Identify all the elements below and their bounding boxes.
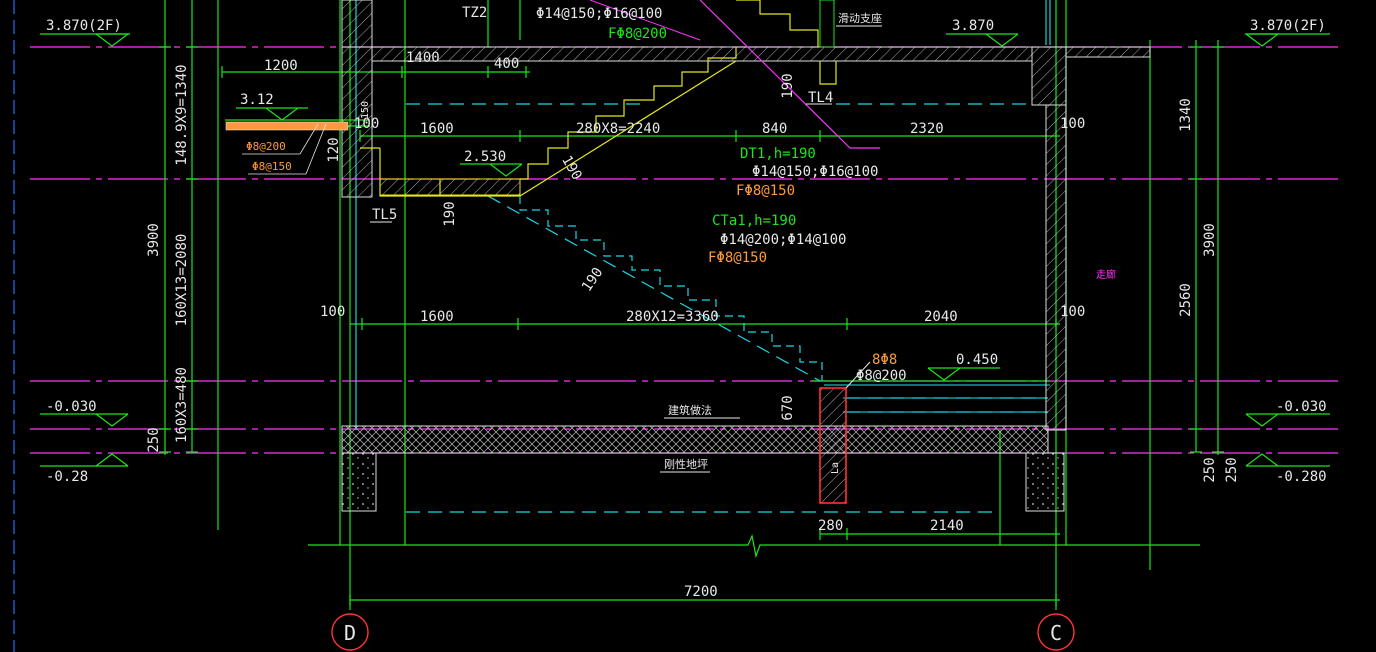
dim-left-vert-2: 160X13=2080: [174, 234, 190, 327]
dim-right-250a: 250: [1202, 457, 1218, 482]
elevation-symbols: [40, 33, 1330, 467]
dim-low-100b: 100: [1060, 304, 1085, 320]
rebar-beam-stirrup: Φ8@200: [856, 368, 907, 384]
dim-left-total: 3900: [146, 223, 162, 257]
dim-right-250b: 250: [1224, 457, 1240, 482]
rebar-cta1-name: CTa1,h=190: [712, 213, 796, 229]
elevation-lines: [30, 46, 1340, 454]
elev-right-floor: -0.030: [1276, 399, 1327, 415]
elev-top-right: 3.870(2F): [1250, 18, 1326, 34]
dim-190d: 190: [579, 265, 606, 295]
label-rigid-floor: 刚性地坪: [664, 457, 708, 471]
rebar-cta1-main: Φ14@200;Φ14@100: [720, 232, 846, 248]
tz2-outline: [819, 0, 835, 48]
dim-bot-280: 280: [818, 518, 843, 534]
dim-left-vert-3: 160X3=480: [174, 367, 190, 443]
rebar-beam-top: 8Φ8: [872, 352, 897, 368]
elev-right-ground: -0.280: [1276, 469, 1327, 485]
elev-top-left: 3.870(2F): [46, 18, 122, 34]
dim-low-stair: 280X12=3360: [626, 309, 719, 325]
dim-bot-2140: 2140: [930, 518, 964, 534]
dim-top-1200: 1200: [264, 58, 298, 74]
elev-left-ground: -0.28: [46, 469, 88, 485]
dim-top-400: 400: [494, 56, 519, 72]
label-la: La: [830, 462, 841, 474]
dim-bot-7200: 7200: [684, 584, 718, 600]
dim-top-1400: 1400: [406, 50, 440, 66]
dim-low-2040: 2040: [924, 309, 958, 325]
label-arch-method: 建筑做法: [668, 403, 712, 417]
dim-150: 150: [360, 101, 371, 119]
dim-mid-stair-upper: 280X8=2240: [576, 121, 660, 137]
dim-right-1340: 1340: [1178, 98, 1194, 132]
label-slide-support: 滑动支座: [838, 11, 882, 25]
dim-low-100a: 100: [320, 304, 345, 320]
stair-section-drawing: D C 3.870(2F) 3.870 3.870(2F) 3.12 2.530…: [13, 0, 1340, 652]
rebar-dt1-name: DT1,h=190: [740, 146, 816, 162]
elev-left-floor: -0.030: [46, 399, 97, 415]
stair-beam: [819, 387, 847, 504]
elev-top-mid: 3.870: [952, 18, 994, 34]
dim-low-1600: 1600: [420, 309, 454, 325]
dim-mid-2320: 2320: [910, 121, 944, 137]
cad-drawing-canvas: D C 3.870(2F) 3.870 3.870(2F) 3.12 2.530…: [0, 0, 1376, 652]
rebar-top-dist: FΦ8@200: [608, 26, 667, 42]
dim-mid-840: 840: [762, 121, 787, 137]
top-stair-steps: [736, 0, 837, 85]
label-tl5: TL5: [372, 207, 397, 223]
elev-landing-lower: 0.450: [956, 352, 998, 368]
dim-left-vert-1: 148.9X9=1340: [174, 64, 190, 165]
dim-mid-1600a: 1600: [420, 121, 454, 137]
rebar-platform-b: Φ8@150: [252, 160, 292, 173]
axis-label-c: C: [1050, 621, 1062, 645]
rebar-dt1-main: Φ14@150;Φ16@100: [752, 164, 878, 180]
dim-right-2560: 2560: [1178, 283, 1194, 317]
cyan-guides: [355, 0, 1051, 430]
elev-landing-upper: 2.530: [464, 149, 506, 165]
rebar-top-main: Φ14@150;Φ16@100: [536, 6, 662, 22]
upper-stair-flight: [360, 47, 737, 197]
dim-right-3900: 3900: [1202, 223, 1218, 257]
rebar-platform-a: Φ8@200: [246, 140, 286, 153]
dim-120: 120: [326, 137, 342, 162]
label-corridor: 走廊: [1096, 268, 1116, 281]
rebar-dt1-dist: FΦ8@150: [736, 183, 795, 199]
dim-left-250: 250: [146, 427, 162, 452]
dim-mid-100b: 100: [1060, 116, 1085, 132]
dim-190a: 190: [780, 73, 796, 98]
label-tz2: TZ2: [462, 5, 487, 21]
rebar-cta1-dist: FΦ8@150: [708, 250, 767, 266]
dim-190b: 190: [442, 201, 458, 226]
dim-670: 670: [780, 395, 796, 420]
axis-label-d: D: [344, 621, 356, 645]
elev-left-platform: 3.12: [240, 92, 274, 108]
